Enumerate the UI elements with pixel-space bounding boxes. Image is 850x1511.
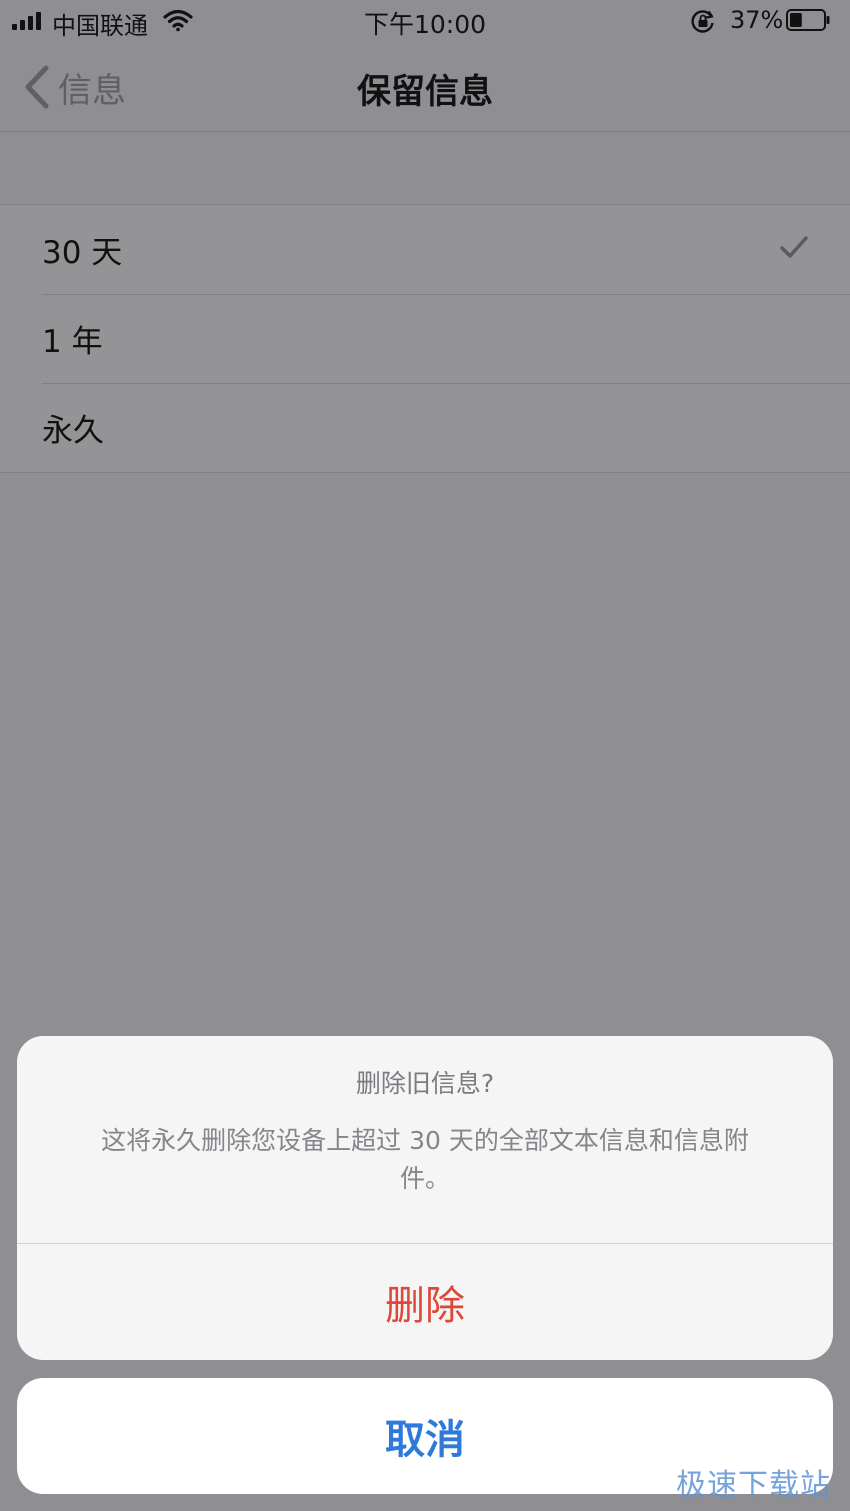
option-forever[interactable]: 永久 (0, 383, 850, 472)
battery-percent: 37% (730, 6, 784, 34)
orientation-lock-icon (691, 10, 714, 33)
option-label: 30 天 (42, 235, 123, 271)
option-label: 1 年 (42, 324, 103, 360)
retention-options-list: 30 天 1 年 永久 (0, 204, 850, 473)
status-bar: 中国联通 下午10:00 37% (0, 0, 850, 44)
option-1-year[interactable]: 1 年 (0, 294, 850, 383)
delete-button[interactable]: 删除 (17, 1244, 833, 1360)
action-sheet: 删除旧信息? 这将永久删除您设备上超过 30 天的全部文本信息和信息附件。 删除 (17, 1036, 833, 1360)
navigation-bar: 信息 保留信息 (0, 44, 850, 132)
action-sheet-title: 删除旧信息? (355, 1069, 495, 1098)
status-time: 下午10:00 (363, 10, 487, 39)
page-title: 保留信息 (357, 72, 493, 112)
battery-icon (786, 9, 830, 31)
option-30-days[interactable]: 30 天 (0, 205, 850, 294)
action-sheet-message: 这将永久删除您设备上超过 30 天的全部文本信息和信息附件。 (101, 1126, 749, 1193)
option-label: 永久 (42, 413, 104, 449)
watermark-logo: 极速下载站 (676, 1468, 831, 1503)
checkmark-icon (780, 236, 808, 258)
